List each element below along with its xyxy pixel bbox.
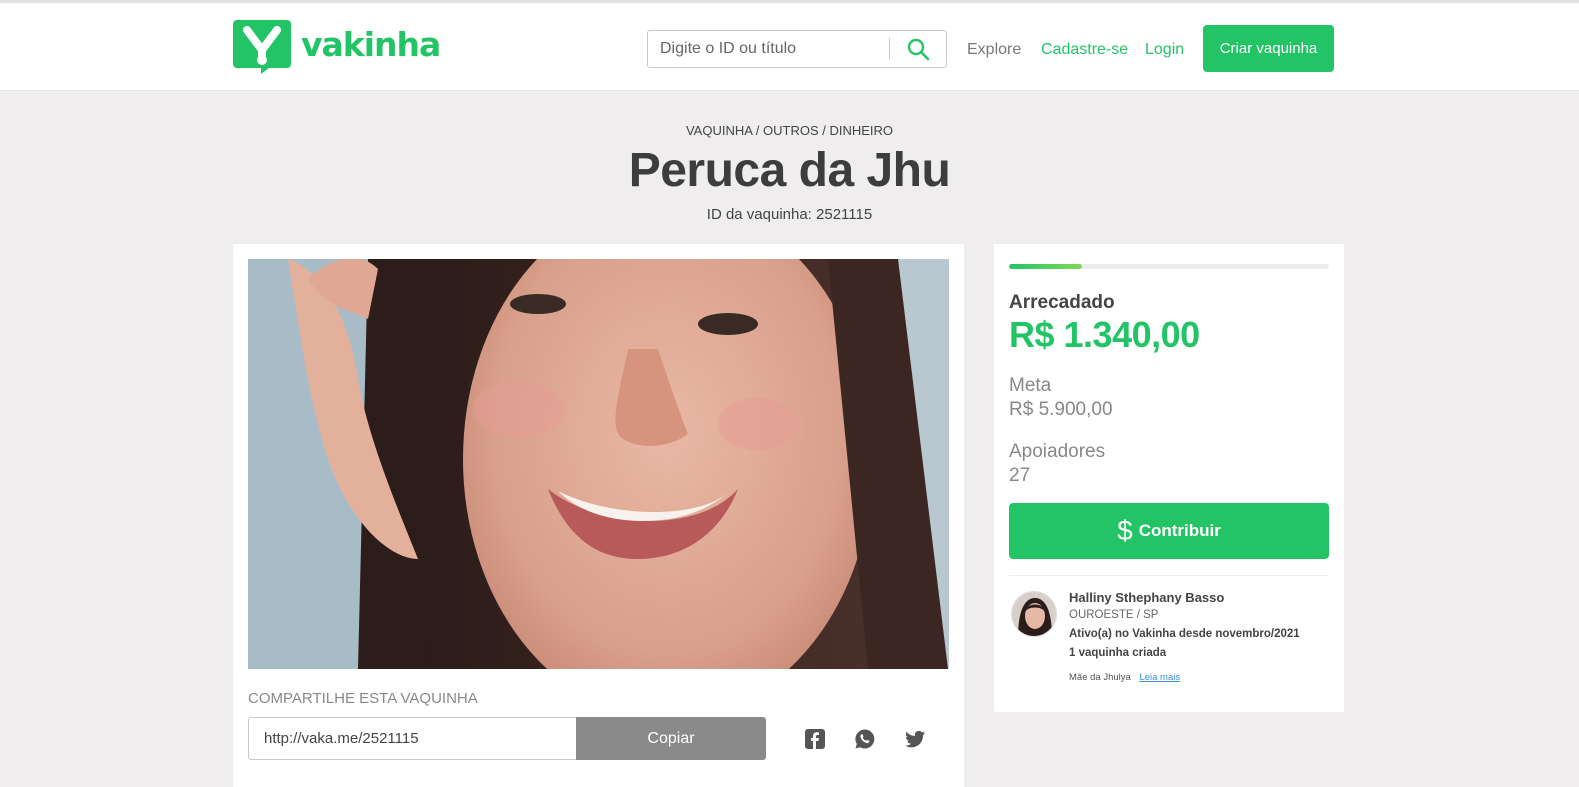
progress-bar (1009, 264, 1329, 269)
twitter-icon (905, 730, 925, 748)
create-vaquinha-button[interactable]: Criar vaquinha (1203, 25, 1334, 72)
campaign-photo (248, 259, 949, 669)
supporters-value: 27 (1009, 465, 1031, 486)
owner-description-text: Mãe da Jhulya (1069, 672, 1131, 683)
goal-label: Meta (1009, 375, 1052, 396)
owner-description: Mãe da Jhulya Leia mais (1069, 672, 1180, 683)
facebook-icon (805, 729, 825, 749)
nav-login-link[interactable]: Login (1145, 41, 1184, 59)
site-header: vakinha Explore Cadastre-se Login Criar … (0, 3, 1579, 91)
owner-active-since: Ativo(a) no Vakinha desde novembro/2021 (1069, 628, 1300, 640)
facebook-share-button[interactable] (803, 727, 827, 751)
divider (1009, 575, 1329, 576)
nav-explore-link[interactable]: Explore (967, 41, 1021, 59)
nav-signup-link[interactable]: Cadastre-se (1041, 41, 1128, 59)
raised-value: R$ 1.340,00 (1009, 314, 1200, 355)
share-url-input[interactable] (248, 717, 576, 760)
owner-avatar[interactable] (1011, 591, 1057, 637)
breadcrumb: VAQUINHA / OUTROS / DINHEIRO (685, 123, 894, 138)
owner-avatar-image (1012, 592, 1056, 636)
read-more-link[interactable]: Leia mais (1139, 672, 1180, 683)
contribute-button[interactable]: $ Contribuir (1009, 503, 1329, 559)
campaign-stats-card: Arrecadado R$ 1.340,00 Meta R$ 5.900,00 … (994, 244, 1344, 712)
search-icon (907, 38, 930, 61)
vaquinha-id: ID da vaquinha: 2521115 (706, 206, 873, 223)
progress-bar-fill (1009, 264, 1082, 269)
copy-link-button[interactable]: Copiar (576, 717, 766, 760)
campaign-photo-image (248, 259, 949, 669)
owner-campaign-count: 1 vaquinha criada (1069, 647, 1167, 659)
contribute-label: Contribuir (1138, 521, 1221, 540)
search-box (647, 30, 947, 68)
vakinha-logo-icon (233, 20, 291, 74)
search-button[interactable] (890, 31, 946, 67)
twitter-share-button[interactable] (903, 727, 927, 751)
raised-label: Arrecadado (1009, 292, 1115, 313)
page-title: Peruca da Jhu (628, 144, 951, 197)
site-logo[interactable]: vakinha (233, 20, 441, 74)
dollar-icon: $ (1117, 515, 1133, 546)
owner-name[interactable]: Halliny Sthephany Basso (1069, 590, 1224, 605)
share-label: COMPARTILHE ESTA VAQUINHA (248, 690, 478, 707)
goal-value: R$ 5.900,00 (1009, 399, 1113, 420)
whatsapp-share-button[interactable] (853, 727, 877, 751)
logo-text: vakinha (301, 24, 441, 64)
owner-location: OUROESTE / SP (1069, 609, 1159, 621)
whatsapp-icon (855, 729, 875, 749)
search-input[interactable] (648, 31, 889, 67)
campaign-media-card: COMPARTILHE ESTA VAQUINHA Copiar (233, 244, 964, 787)
supporters-label: Apoiadores (1009, 441, 1106, 462)
